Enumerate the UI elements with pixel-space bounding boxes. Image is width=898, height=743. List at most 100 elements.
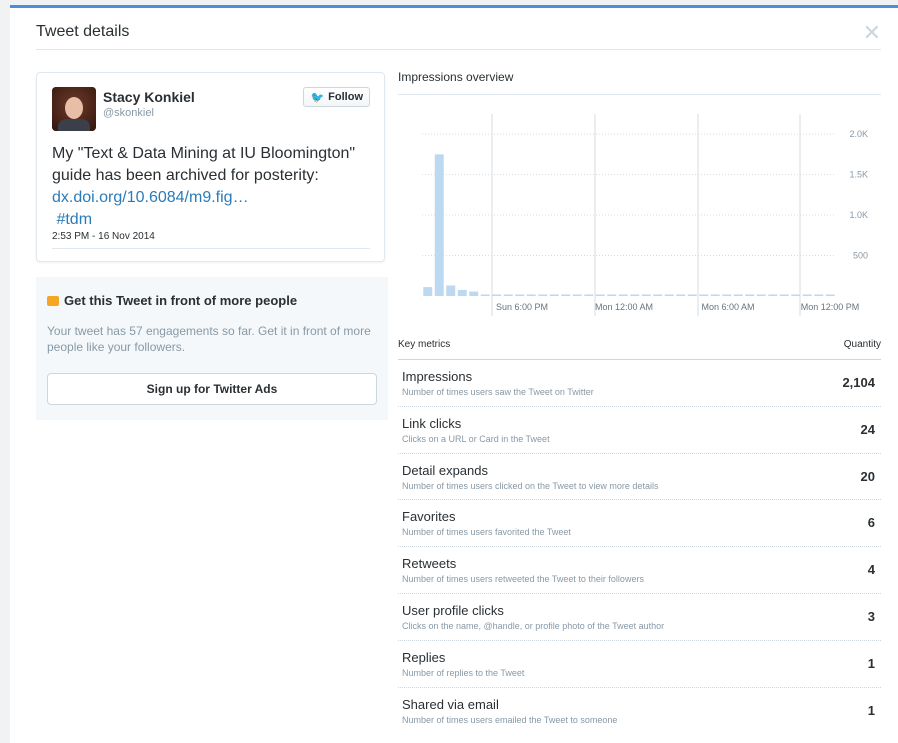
chart-bar [572,294,582,296]
tweet-timestamp[interactable]: 2:53 PM - 16 Nov 2014 [52,231,155,242]
y-tick-label: 500 [853,251,868,261]
chart-bar [469,291,479,296]
close-icon[interactable]: ✕ [863,22,881,44]
metrics-header-value: Quantity [843,339,881,350]
key-metrics-table: Key metrics Quantity Impressions Number o… [398,330,881,734]
chart-bar [779,294,789,296]
metric-row: Retweets Number of times users retweeted … [398,547,881,594]
chart-bar [423,287,433,296]
metric-description: Number of times users favorited the Twee… [402,527,571,538]
follow-label: Follow [328,91,363,103]
tweet-card: Stacy Konkiel @skonkiel 🐦 Follow My "Tex… [36,72,385,262]
chart-bar [526,294,536,296]
y-tick-label: 1.5K [849,170,868,180]
metric-row: Favorites Number of times users favorited… [398,500,881,548]
metrics-header: Key metrics Quantity [398,330,881,360]
promo-title: Get this Tweet in front of more people [47,293,297,308]
chart-bar [492,294,502,296]
metric-value: 2,104 [842,375,875,390]
metric-row: Link clicks Clicks on a URL or Card in th… [398,407,881,454]
promo-title-text: Get this Tweet in front of more people [64,293,298,308]
chart-bar [641,294,651,296]
modal-header: Tweet details ✕ [36,20,881,50]
chart-bar [561,294,571,296]
promo-text: Your tweet has 57 engagements so far. Ge… [47,324,371,354]
x-tick-label: Mon 6:00 AM [701,302,754,312]
chart-bar [538,294,548,296]
chart-bar [480,294,490,296]
x-tick-label: Sun 6:00 PM [496,302,548,312]
metric-description: Clicks on a URL or Card in the Tweet [402,433,550,444]
chart-bar [584,294,594,296]
metric-description: Number of times users emailed the Tweet … [402,714,618,725]
chart-bar [630,294,640,296]
chart-bar [768,294,778,296]
divider [52,248,370,249]
chart-bar [710,294,720,296]
chart-bar [607,294,617,296]
metric-description: Number of times users saw the Tweet on T… [402,387,594,397]
tweet-body: My "Text & Data Mining at IU Bloomington… [52,145,356,184]
chart-bar [595,294,605,296]
promo-panel: Get this Tweet in front of more people Y… [36,277,388,420]
twitter-bird-icon: 🐦 [310,91,325,104]
metric-description: Number of times users retweeted the Twee… [402,574,644,585]
chart-bar [802,294,812,296]
chart-bar [664,294,674,296]
divider [398,94,881,95]
x-tick-label: Mon 12:00 AM [595,302,653,312]
y-tick-label: 1.0K [849,210,868,220]
chart-bar [457,289,467,296]
metric-value: 1 [867,702,875,718]
chart-bar [745,294,755,296]
chart-bar [653,294,663,296]
metric-value: 1 [867,655,875,671]
chart-bar [549,294,559,296]
sign-up-twitter-ads-button[interactable]: Sign up for Twitter Ads [47,373,377,405]
chart-bar [618,294,628,296]
chart-bar [503,294,513,296]
chart-bar [676,294,686,296]
metric-description: Number of replies to the Tweet [402,667,525,678]
chart-bar [756,294,766,296]
chart-bar [791,294,801,296]
metric-value: 20 [860,468,875,484]
metric-row: User profile clicks Clicks on the name, @… [398,594,881,641]
chart-bar [699,294,709,296]
modal-title: Tweet details [36,23,130,40]
author-name[interactable]: Stacy Konkiel [103,89,195,105]
metric-description: Clicks on the name, @handle, or profile … [402,620,665,631]
author-handle[interactable]: @skonkiel [103,107,154,119]
chart-bar [825,294,835,296]
metric-label: Impressions [402,369,473,384]
metric-row: Detail expands Number of times users clic… [398,454,881,501]
tweet-hashtag[interactable]: #tdm [56,211,92,228]
metric-row: Shared via email Number of times users em… [398,688,881,735]
metric-row: Impressions Number of times users saw the… [398,360,881,407]
metric-description: Number of times users clicked on the Twe… [402,480,659,491]
tweet-link[interactable]: dx.doi.org/10.6084/m9.fig… [52,189,249,206]
follow-button[interactable]: 🐦 Follow [303,87,370,107]
metric-row: Replies Number of replies to the Tweet 1 [398,641,881,688]
chart-bar [434,154,444,296]
metric-label: Replies [402,649,446,665]
chart-bar [446,285,456,296]
chart-bar [687,294,697,296]
metric-label: Retweets [402,556,457,572]
impressions-chart: 500 1.0K 1.5K 2.0K Sun 6:00 PM Mon 12:00 AM Mo… [422,114,868,316]
avatar[interactable] [52,87,96,131]
metric-value: 4 [867,562,875,578]
metrics-header-label: Key metrics [398,339,451,350]
chart-bar [515,294,525,296]
promote-icon [47,295,59,306]
metric-label: Shared via email [402,696,499,712]
tweet-details-modal: Tweet details ✕ Stacy Konkiel @skonkiel … [10,5,898,743]
metric-label: User profile clicks [402,602,504,618]
metric-label: Favorites [402,509,456,525]
chart-bar [814,294,824,296]
chart-bar [733,294,743,296]
y-tick-label: 2.0K [849,129,868,139]
metric-label: Link clicks [402,415,462,431]
metric-value: 3 [867,608,875,624]
x-tick-label: Mon 12:00 PM [801,302,860,312]
